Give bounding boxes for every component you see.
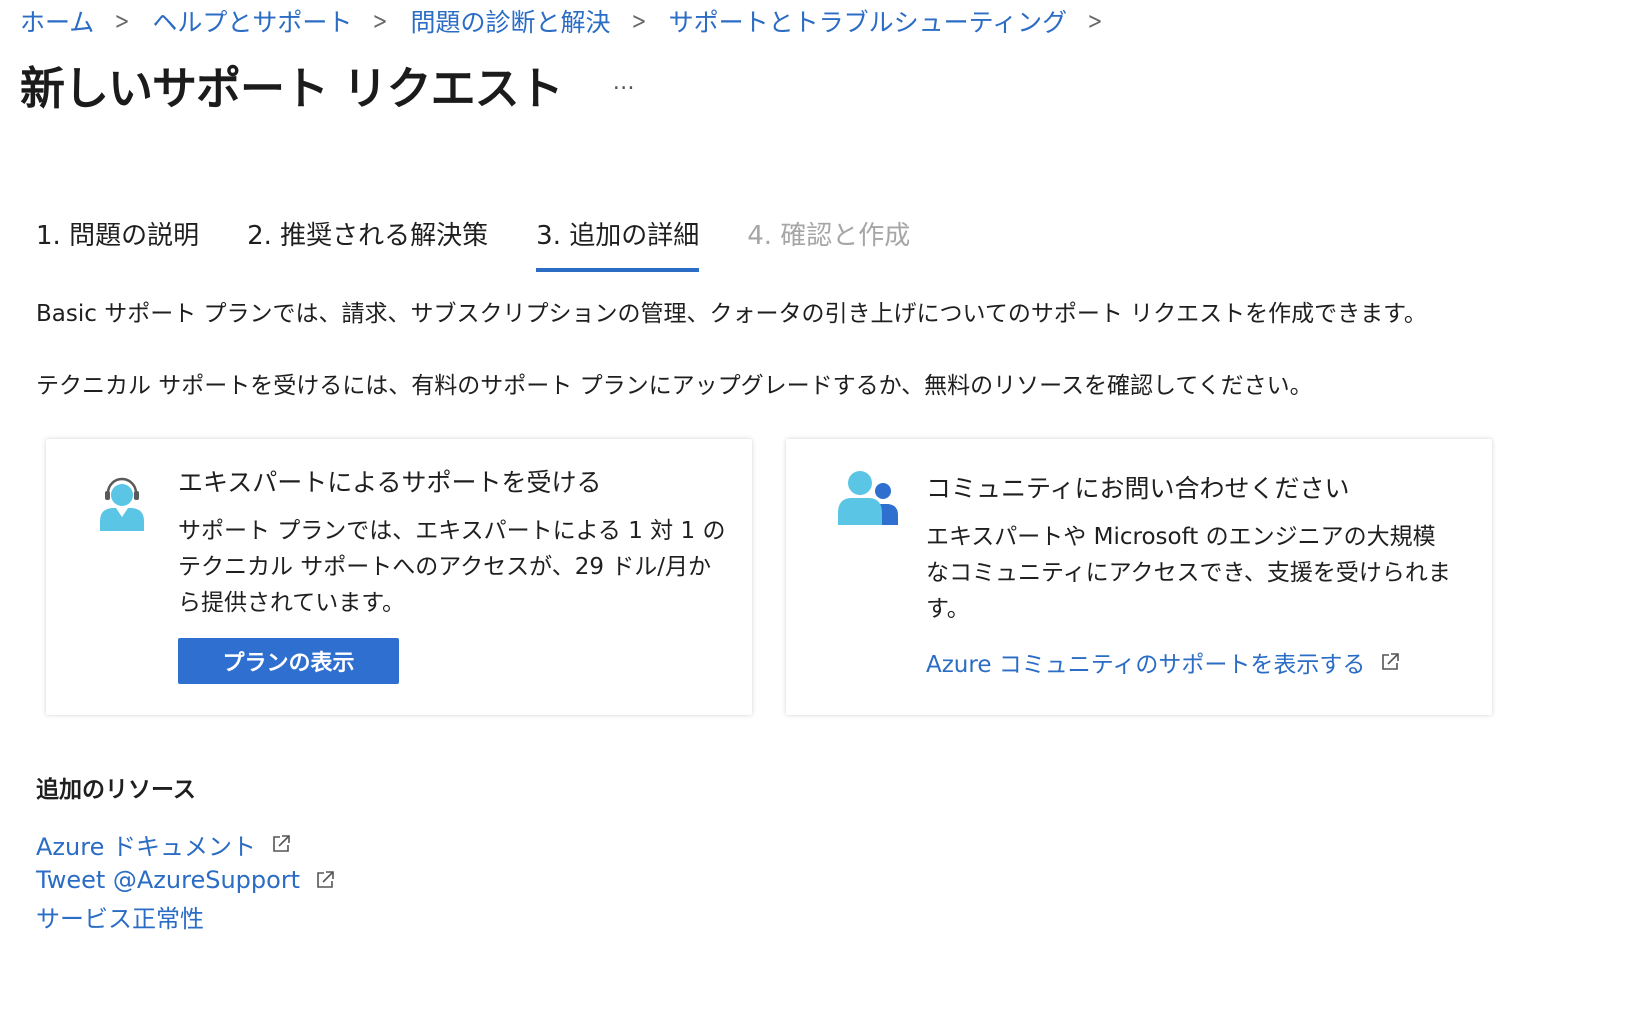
chevron-right-icon: > [114, 7, 130, 35]
community-card-title: コミュニティにお問い合わせください [926, 474, 1350, 503]
azure-docs-link-label: Azure ドキュメント [36, 832, 256, 861]
service-health-link[interactable]: サービス正常性 [36, 898, 336, 934]
additional-resources-heading: 追加のリソース [36, 777, 196, 803]
basic-plan-description: Basic サポート プランでは、請求、サブスクリプションの管理、クォータの引き… [36, 301, 1427, 327]
title-row: 新しいサポート リクエスト … [20, 52, 637, 116]
support-agent-icon [98, 475, 146, 535]
expert-card-body-line: テクニカル サポートへのアクセスが、29 ドル/月か [178, 554, 712, 580]
resource-list: Azure ドキュメント Tweet @AzureSupport サービス正常性 [36, 826, 336, 934]
chevron-right-icon: > [1087, 7, 1103, 35]
breadcrumb-diagnose-solve[interactable]: 問題の診断と解決 [411, 3, 611, 39]
view-plans-button[interactable]: プランの表示 [178, 638, 399, 684]
tab-problem-description[interactable]: 1. 問題の説明 [36, 214, 199, 274]
wizard-tabs: 1. 問題の説明 2. 推奨される解決策 3. 追加の詳細 4. 確認と作成 [36, 214, 958, 274]
external-link-icon [314, 869, 336, 891]
tab-additional-details[interactable]: 3. 追加の詳細 [536, 214, 700, 274]
tab-recommended-solution[interactable]: 2. 推奨される解決策 [247, 214, 488, 274]
community-card-body-line: す。 [926, 596, 970, 622]
chevron-right-icon: > [631, 7, 647, 35]
external-link-icon [1379, 651, 1401, 673]
expert-card-title: エキスパートによるサポートを受ける [178, 468, 602, 497]
more-options-button[interactable]: … [613, 70, 637, 95]
tab-review-create: 4. 確認と作成 [747, 221, 911, 251]
page-title: 新しいサポート リクエスト [20, 61, 564, 115]
community-card-body-line: なコミュニティにアクセスでき、支援を受けられま [926, 560, 1451, 586]
chevron-right-icon: > [372, 7, 388, 35]
azure-community-link-label: Azure コミュニティのサポートを表示する [926, 652, 1366, 678]
external-link-icon [270, 833, 292, 855]
expert-card-body: サポート プランでは、エキスパートによる 1 対 1 の テクニカル サポートへ… [178, 513, 738, 621]
breadcrumb-home[interactable]: ホーム [20, 3, 94, 39]
breadcrumb-support-troubleshooting[interactable]: サポートとトラブルシューティング [669, 3, 1068, 39]
expert-card-body-line: サポート プランでは、エキスパートによる 1 対 1 の [178, 518, 726, 544]
breadcrumb: ホーム > ヘルプとサポート > 問題の診断と解決 > サポートとトラブルシュー… [20, 4, 1125, 38]
azure-community-link[interactable]: Azure コミュニティのサポートを表示する [926, 645, 1401, 679]
community-users-icon [836, 469, 902, 529]
tweet-azure-support-link[interactable]: Tweet @AzureSupport [36, 862, 336, 898]
breadcrumb-help-support[interactable]: ヘルプとサポート [152, 3, 352, 39]
community-card-body: エキスパートや Microsoft のエンジニアの大規模 なコミュニティにアクセ… [926, 519, 1466, 627]
service-health-link-label: サービス正常性 [36, 904, 204, 933]
community-card-body-line: エキスパートや Microsoft のエンジニアの大規模 [926, 524, 1436, 550]
azure-docs-link[interactable]: Azure ドキュメント [36, 826, 336, 862]
community-support-card: コミュニティにお問い合わせください エキスパートや Microsoft のエンジ… [786, 439, 1492, 715]
expert-support-card: エキスパートによるサポートを受ける サポート プランでは、エキスパートによる 1… [46, 439, 752, 715]
technical-support-description: テクニカル サポートを受けるには、有料のサポート プランにアップグレードするか、… [36, 373, 1313, 399]
expert-card-body-line: ら提供されています。 [178, 590, 406, 616]
tweet-azure-support-link-label: Tweet @AzureSupport [36, 866, 301, 894]
